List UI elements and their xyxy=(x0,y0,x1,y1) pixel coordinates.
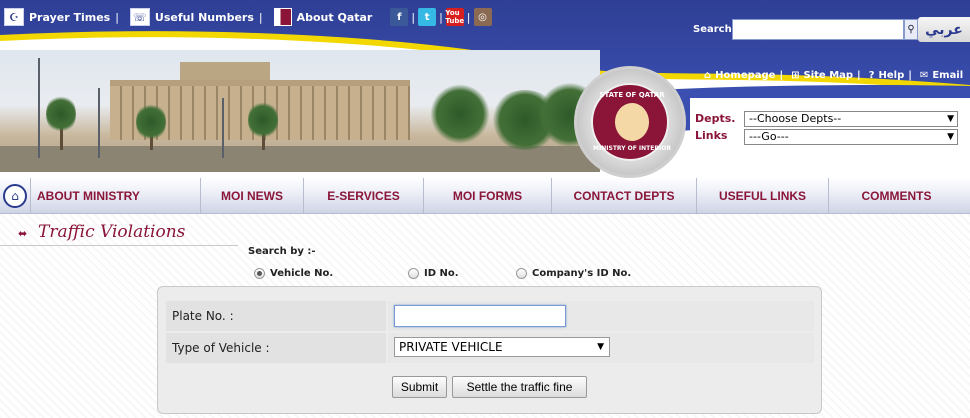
sitemap-icon: ⊞ xyxy=(791,70,800,81)
radio-vehicle-no[interactable]: Vehicle No. xyxy=(254,268,333,279)
youtube-icon[interactable]: You Tube xyxy=(445,8,464,26)
twitter-icon[interactable]: t xyxy=(418,8,437,26)
depts-select[interactable]: --Choose Depts-- ▼ xyxy=(744,111,958,127)
help-link[interactable]: Help xyxy=(879,70,905,81)
radio-company-id-no[interactable]: Company's ID No. xyxy=(516,268,631,279)
vehicle-type-row: Type of Vehicle : PRIVATE VEHICLE ▼ xyxy=(166,333,814,363)
help-icon: ? xyxy=(868,70,875,81)
email-link[interactable]: Email xyxy=(932,70,963,81)
email-icon: ✉ xyxy=(919,70,929,81)
arrows-icon: ⬌ xyxy=(18,227,28,240)
nav-e-services[interactable]: E-SERVICES xyxy=(303,178,423,214)
radio-button[interactable] xyxy=(516,268,527,279)
prayer-times-link[interactable]: ☪ Prayer Times | xyxy=(4,8,124,26)
nav-about-ministry[interactable]: ABOUT MINISTRY xyxy=(30,178,200,214)
search-by-label: Search by :- xyxy=(248,246,316,257)
search-input[interactable] xyxy=(732,19,904,40)
facebook-icon[interactable]: f xyxy=(390,8,409,26)
radio-button[interactable] xyxy=(408,268,419,279)
search-label: Search xyxy=(693,24,732,35)
vehicle-type-select[interactable]: PRIVATE VEHICLE ▼ xyxy=(394,337,610,357)
plate-number-input[interactable] xyxy=(394,305,566,327)
moi-emblem-logo: STATE OF QATAR MINISTRY OF INTERIOR xyxy=(574,66,686,178)
title-bar: ⬌ Traffic Violations xyxy=(0,218,238,246)
qatar-flag-icon xyxy=(273,8,292,26)
instagram-icon[interactable]: ◎ xyxy=(473,8,492,26)
radio-button[interactable] xyxy=(254,268,265,279)
chevron-down-icon: ▼ xyxy=(597,342,604,352)
search-icon[interactable]: ⚲ xyxy=(904,19,918,40)
links-label: Links xyxy=(695,129,728,142)
site-header: ☪ Prayer Times | ☏ Useful Numbers | Abou… xyxy=(0,0,970,178)
chevron-down-icon: ▼ xyxy=(947,114,954,124)
chevron-down-icon: ▼ xyxy=(947,132,954,142)
home-icon[interactable]: ⌂ xyxy=(3,184,27,208)
useful-numbers-link[interactable]: ☏ Useful Numbers | xyxy=(129,8,268,26)
utility-links: ⌂ Homepage | ⊞ Site Map | ? Help | ✉ Ema… xyxy=(704,70,964,81)
site-map-link[interactable]: Site Map xyxy=(804,70,854,81)
links-select[interactable]: ---Go--- ▼ xyxy=(744,129,958,145)
mosque-icon: ☪ xyxy=(4,8,24,26)
nav-moi-forms[interactable]: MOI FORMS xyxy=(423,178,551,214)
main-nav: ⌂ ABOUT MINISTRY MOI NEWS E-SERVICES MOI… xyxy=(0,178,970,214)
nav-useful-links[interactable]: USEFUL LINKS xyxy=(696,178,828,214)
radio-id-no[interactable]: ID No. xyxy=(408,268,459,279)
plate-label: Plate No. : xyxy=(166,301,386,331)
social-links: f | t | You Tube | ◎ xyxy=(390,8,494,26)
homepage-link[interactable]: Homepage xyxy=(715,70,775,81)
depts-label: Depts. xyxy=(695,112,736,125)
quick-select-panel: Depts. --Choose Depts-- ▼ Links ---Go--- ▼ xyxy=(690,98,970,178)
settle-fine-button[interactable]: Settle the traffic fine xyxy=(452,376,587,398)
about-qatar-link[interactable]: About Qatar xyxy=(273,8,372,26)
arabic-language-button[interactable]: عربي xyxy=(918,17,970,42)
header-photo xyxy=(0,50,600,172)
nav-moi-news[interactable]: MOI NEWS xyxy=(200,178,303,214)
page-title: Traffic Violations xyxy=(38,222,186,242)
main-content: ⬌ Traffic Violations Search by :- Vehicl… xyxy=(0,214,970,418)
nav-contact-depts[interactable]: CONTACT DEPTS xyxy=(551,178,696,214)
nav-comments[interactable]: COMMENTS xyxy=(828,178,964,214)
plate-row: Plate No. : xyxy=(166,301,814,331)
submit-button[interactable]: Submit xyxy=(392,376,447,398)
phone-icon: ☏ xyxy=(129,8,150,26)
home-icon: ⌂ xyxy=(704,70,712,81)
vehicle-type-label: Type of Vehicle : xyxy=(166,333,386,363)
